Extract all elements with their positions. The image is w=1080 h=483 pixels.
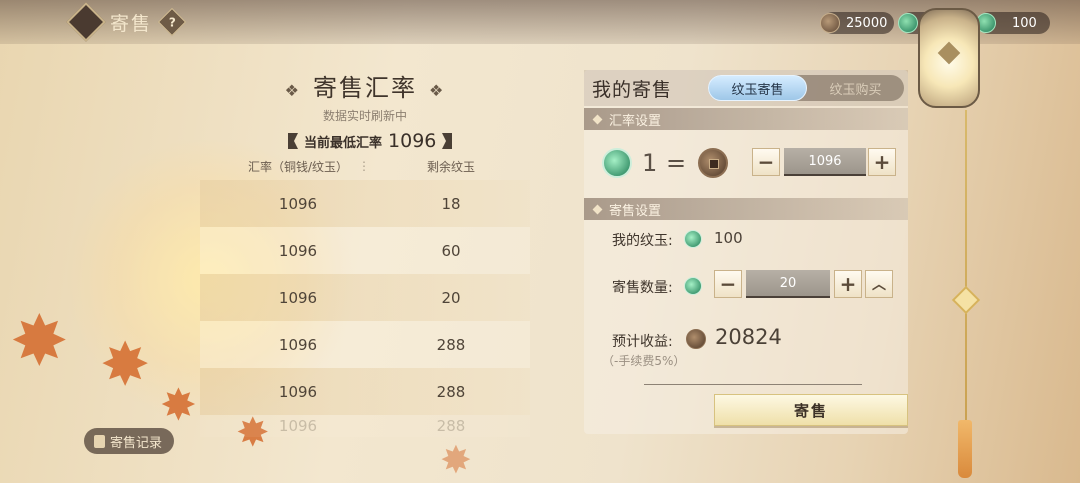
currency-jade-b[interactable]: 100 — [976, 12, 1050, 34]
sell-button[interactable]: 寄售 — [714, 394, 908, 426]
tassel-icon — [958, 420, 972, 478]
rate-increase-button[interactable]: + — [868, 148, 896, 176]
equals-sign: = — [666, 149, 687, 177]
my-jade-label: 我的纹玉: — [612, 233, 673, 249]
tab-jade-sell[interactable]: 纹玉寄售 — [708, 75, 807, 101]
income-value: 20824 — [715, 325, 782, 349]
table-row[interactable]: 1096 288 — [200, 321, 530, 368]
page-title: 寄售 — [110, 12, 153, 35]
income-label: 预计收益: — [612, 334, 673, 350]
quantity-max-button[interactable]: ︿ — [865, 270, 893, 298]
maple-leaf-icon: ✸ — [440, 438, 472, 482]
rate-section-header: 汇率设置 — [584, 108, 908, 130]
currency-copper[interactable]: 25000 — [820, 12, 894, 34]
divider — [644, 384, 862, 385]
sale-record-button[interactable]: 寄售记录 — [84, 428, 175, 454]
jade-icon — [684, 277, 702, 295]
table-row[interactable]: 1096 20 — [200, 274, 530, 321]
exchange-title: ❖ 寄售汇率 ❖ — [284, 74, 446, 102]
table-row[interactable]: 1096 288 — [200, 415, 530, 437]
back-icon[interactable] — [66, 2, 106, 42]
quantity-increase-button[interactable]: + — [834, 270, 862, 298]
sale-tabs: 纹玉寄售 纹玉购买 — [708, 75, 904, 101]
flag-right-icon — [442, 133, 452, 149]
jade-icon — [602, 148, 632, 178]
my-jade-value: 100 — [714, 229, 743, 247]
scroll-icon — [94, 434, 105, 448]
my-sale-panel: 我的寄售 纹玉寄售 纹玉购买 汇率设置 1 = − 1096 + 寄售设置 我的… — [584, 70, 908, 434]
quantity-decrease-button[interactable]: − — [714, 270, 742, 298]
flag-left-icon — [288, 133, 298, 149]
lantern-string — [965, 110, 967, 450]
quantity-label: 寄售数量: — [612, 280, 673, 296]
rate-one: 1 — [642, 149, 658, 177]
maple-leaf-icon: ✸ — [160, 380, 197, 431]
copper-coin-icon — [698, 148, 728, 178]
header: 寄售 ? — [66, 2, 187, 42]
best-rate: 当前最低汇率 1096 — [288, 130, 452, 152]
table-header: 汇率（铜钱/纹玉） ⋮ 剩余纹玉 — [247, 159, 475, 174]
diamond-icon — [592, 204, 603, 214]
sale-section-header: 寄售设置 — [584, 198, 908, 220]
jade-icon — [684, 230, 702, 248]
jade-icon — [898, 13, 918, 33]
rate-table[interactable]: 1096 18 1096 60 1096 20 1096 288 1096 288 109… — [200, 180, 530, 437]
copper-coin-icon — [686, 329, 706, 349]
knot-icon — [951, 285, 981, 315]
my-sale-title: 我的寄售 — [592, 79, 673, 101]
exchange-subtitle: 数据实时刷新中 — [322, 109, 407, 123]
copper-coin-icon — [820, 13, 840, 33]
quantity-input[interactable]: 20 — [746, 270, 830, 298]
diamond-icon — [592, 114, 603, 124]
maple-leaf-icon: ✸ — [10, 300, 69, 382]
rate-input[interactable]: 1096 — [784, 148, 866, 176]
table-row[interactable]: 1096 18 — [200, 180, 530, 227]
fee-note: （-手续费5%） — [602, 354, 686, 368]
tab-jade-buy[interactable]: 纹玉购买 — [807, 75, 904, 101]
table-row[interactable]: 1096 288 — [200, 368, 530, 415]
table-row[interactable]: 1096 60 — [200, 227, 530, 274]
rate-decrease-button[interactable]: − — [752, 148, 780, 176]
help-icon[interactable]: ? — [157, 7, 187, 37]
exchange-rate-panel: ❖ 寄售汇率 ❖ 数据实时刷新中 当前最低汇率 1096 汇率（铜钱/纹玉） ⋮ 剩余… — [200, 60, 530, 440]
maple-leaf-icon: ✸ — [100, 330, 151, 400]
